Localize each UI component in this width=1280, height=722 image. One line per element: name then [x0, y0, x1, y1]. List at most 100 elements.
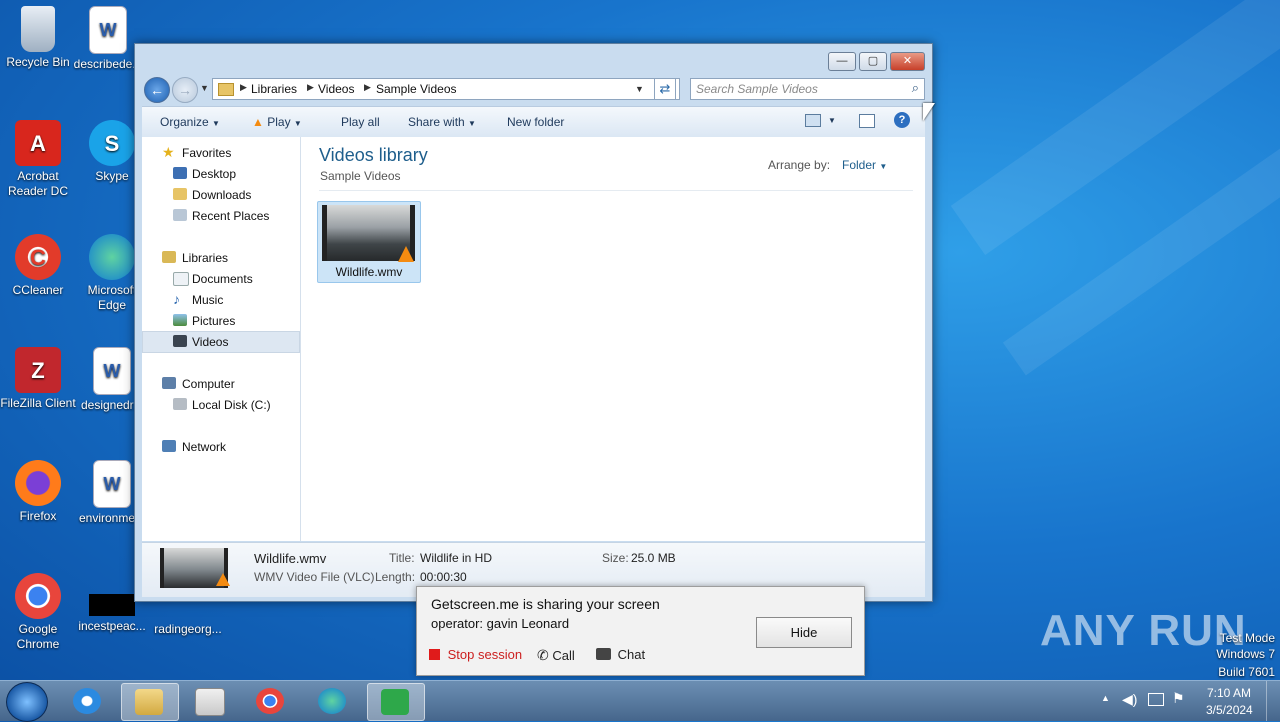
clock-date[interactable]: 3/5/2024	[1206, 703, 1253, 717]
chevron-right-icon: ▶	[307, 82, 314, 92]
desktop-icon-ccleaner[interactable]: C CCleaner	[0, 234, 76, 298]
breadcrumb-libraries[interactable]: Libraries	[251, 82, 297, 96]
play-all-button[interactable]: Play all	[341, 115, 380, 129]
black-file-icon	[89, 594, 135, 616]
os-name-line: Windows 7	[1216, 647, 1275, 661]
desktop-icon	[173, 167, 187, 179]
call-label: Call	[552, 648, 575, 663]
explorer-window: — ▢ ✕ ← → ▼ ▶ Libraries ▶ Videos ▶ Sampl…	[134, 43, 933, 602]
nav-libraries[interactable]: Libraries	[142, 248, 298, 268]
nav-label: Downloads	[192, 188, 252, 202]
preview-pane-icon[interactable]	[859, 114, 875, 128]
vlc-cone-icon	[216, 573, 230, 586]
nav-computer[interactable]: Computer	[142, 374, 298, 394]
help-icon[interactable]: ?	[894, 112, 910, 128]
close-button[interactable]: ✕	[890, 52, 925, 71]
nav-documents[interactable]: Documents	[142, 269, 298, 289]
stop-square-icon	[429, 649, 440, 660]
refresh-icon[interactable]: ⇄	[654, 78, 676, 100]
hard-drive-icon	[173, 398, 187, 410]
computer-icon	[162, 377, 176, 389]
back-button[interactable]: ←	[144, 77, 170, 103]
taskbar-edge[interactable]	[305, 683, 361, 719]
network-tray-icon[interactable]	[1148, 693, 1164, 706]
hide-button[interactable]: Hide	[756, 617, 852, 648]
nav-network[interactable]: Network	[142, 437, 298, 457]
recent-places-icon	[173, 209, 187, 221]
play-button[interactable]: ▲ Play ▼	[252, 115, 302, 129]
chevron-right-icon: ▶	[240, 82, 247, 92]
mouse-cursor-icon	[923, 103, 935, 121]
volume-icon[interactable]: ◀)	[1122, 691, 1137, 708]
details-size-value: 25.0 MB	[631, 551, 676, 565]
details-title-value[interactable]: Wildlife in HD	[420, 551, 492, 565]
desktop-icon-label: FileZilla Client	[0, 396, 76, 410]
maximize-button[interactable]: ▢	[859, 52, 887, 71]
nav-label: Pictures	[192, 314, 236, 328]
desktop-icon-chrome[interactable]: Google Chrome	[0, 573, 76, 652]
taskbar-chrome[interactable]	[243, 683, 299, 719]
search-icon: ⌕	[911, 80, 919, 95]
forward-button[interactable]: →	[172, 77, 198, 103]
phone-icon: ✆	[537, 647, 549, 663]
nav-pictures[interactable]: Pictures	[142, 311, 298, 331]
desktop-icon-recycle-bin[interactable]: Recycle Bin	[0, 6, 76, 70]
operator-line: operator: gavin Leonard	[431, 616, 570, 631]
show-hidden-icons-icon[interactable]: ▲	[1101, 693, 1110, 703]
nav-label: Network	[182, 440, 227, 454]
taskbar-internet-explorer[interactable]	[60, 683, 116, 719]
desktop-icon-label: Recycle Bin	[6, 55, 70, 69]
arrange-by-label: Arrange by:	[768, 158, 831, 172]
chrome-icon	[15, 573, 61, 619]
network-icon	[162, 440, 176, 452]
view-options-icon[interactable]	[805, 114, 821, 127]
desktop-icon-acrobat[interactable]: A Acrobat Reader DC	[0, 120, 76, 199]
music-note-icon: ♪	[173, 291, 180, 307]
organize-button[interactable]: Organize ▼	[160, 115, 220, 129]
chat-button[interactable]: Chat	[596, 647, 645, 662]
search-input[interactable]: Search Sample Videos ⌕	[690, 78, 925, 100]
ccleaner-icon: C	[15, 234, 61, 280]
start-button[interactable]	[6, 682, 48, 722]
desktop-icon-file[interactable]: radingeorg...	[150, 600, 226, 637]
share-with-button[interactable]: Share with ▼	[408, 115, 476, 129]
stop-session-button[interactable]: Stop session	[429, 647, 522, 662]
show-desktop-button[interactable]	[1266, 681, 1280, 721]
address-bar[interactable]: ▶ Libraries ▶ Videos ▶ Sample Videos ▼	[212, 78, 680, 100]
action-center-flag-icon[interactable]: ⚑	[1172, 690, 1185, 707]
clock-time[interactable]: 7:10 AM	[1207, 686, 1251, 700]
stop-session-label: Stop session	[447, 647, 523, 662]
taskbar-file-explorer[interactable]	[121, 683, 179, 721]
desktop-icon-firefox[interactable]: Firefox	[0, 460, 76, 524]
nav-downloads[interactable]: Downloads	[142, 185, 298, 205]
new-folder-button[interactable]: New folder	[507, 115, 564, 129]
breadcrumb-sample-videos[interactable]: Sample Videos	[376, 82, 457, 96]
nav-desktop[interactable]: Desktop	[142, 164, 298, 184]
chevron-down-icon[interactable]: ▼	[828, 116, 836, 125]
edge-icon	[318, 688, 346, 714]
nav-local-disk[interactable]: Local Disk (C:)	[142, 395, 298, 415]
address-row: ← → ▼ ▶ Libraries ▶ Videos ▶ Sample Vide…	[142, 75, 925, 103]
folder-icon	[135, 689, 163, 715]
call-button[interactable]: ✆ Call	[537, 647, 575, 664]
address-dropdown-icon[interactable]: ▼	[635, 84, 644, 94]
recycle-bin-icon	[21, 6, 55, 52]
acrobat-icon: A	[15, 120, 61, 166]
breadcrumb-videos[interactable]: Videos	[318, 82, 354, 96]
chrome-icon	[256, 688, 284, 714]
nav-label: Videos	[192, 335, 229, 349]
chevron-down-icon: ▼	[468, 119, 476, 128]
nav-music[interactable]: ♪ Music	[142, 290, 298, 310]
filezilla-icon: Z	[15, 347, 61, 393]
arrange-by-dropdown[interactable]: Folder ▼	[842, 158, 887, 172]
taskbar-media-player[interactable]	[182, 683, 238, 719]
desktop-icon-filezilla[interactable]: Z FileZilla Client	[0, 347, 76, 411]
nav-recent-places[interactable]: Recent Places	[142, 206, 298, 226]
recent-pages-dropdown-icon[interactable]: ▼	[200, 83, 209, 93]
documents-icon	[173, 272, 189, 286]
taskbar-getscreen[interactable]	[367, 683, 425, 721]
minimize-button[interactable]: —	[828, 52, 856, 71]
nav-videos[interactable]: Videos	[142, 331, 300, 353]
file-item-wildlife[interactable]: Wildlife.wmv	[317, 201, 421, 283]
nav-favorites[interactable]: ★ Favorites	[142, 143, 298, 163]
